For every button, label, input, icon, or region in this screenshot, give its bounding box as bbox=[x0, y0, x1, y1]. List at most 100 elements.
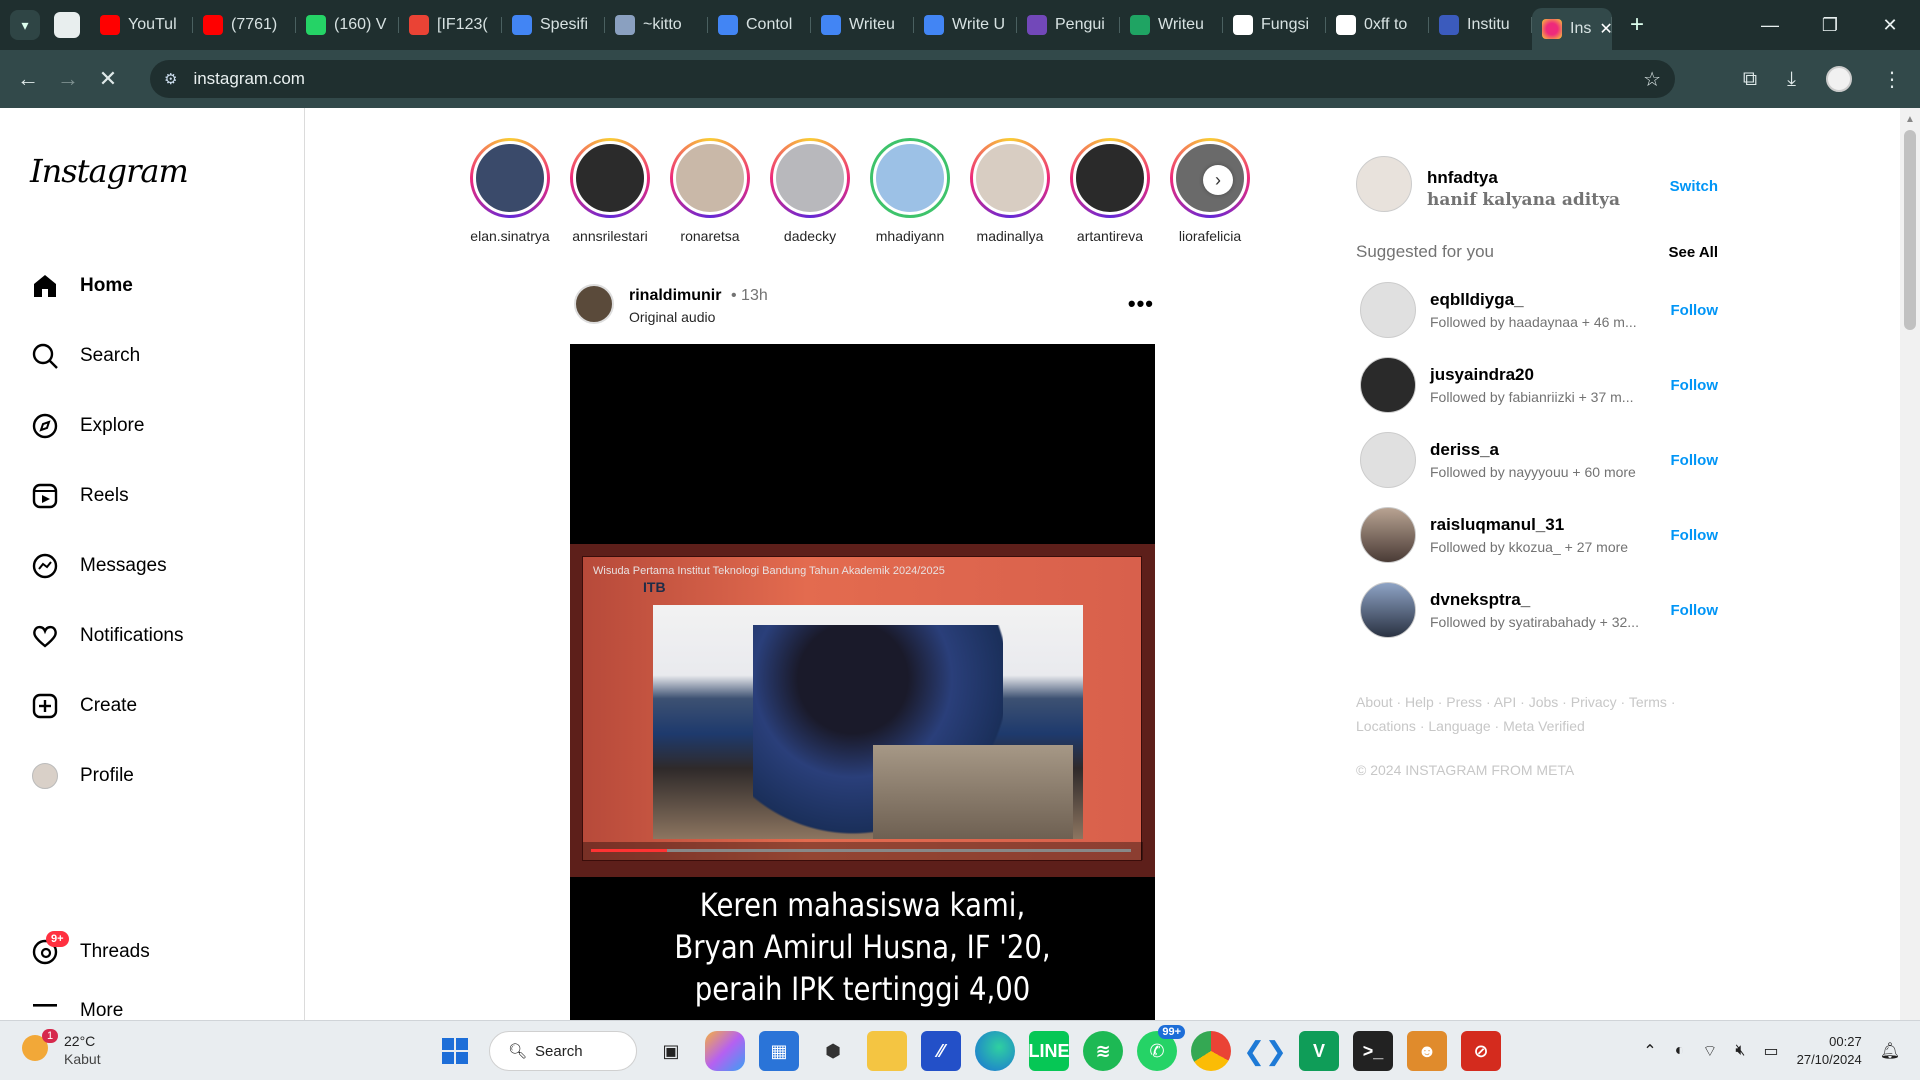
weather-widget[interactable]: 1 22°C Kabut bbox=[22, 1029, 132, 1071]
follow-button[interactable]: Follow bbox=[1671, 602, 1719, 619]
browser-tab[interactable]: Pengui bbox=[1017, 8, 1120, 42]
more-options-icon[interactable]: ••• bbox=[1128, 291, 1154, 317]
sidebar-item-more[interactable]: More bbox=[30, 998, 123, 1018]
footer-links[interactable]: About · Help · Press · API · Jobs · Priv… bbox=[1356, 690, 1686, 738]
sidebar-item-notifications[interactable]: Notifications bbox=[30, 612, 184, 660]
stop-loading-button[interactable]: ✕ bbox=[88, 66, 128, 92]
tab-pinned[interactable] bbox=[54, 12, 80, 38]
sidebar-item-create[interactable]: Create bbox=[30, 682, 137, 730]
story-item[interactable]: ronaretsa bbox=[670, 138, 750, 244]
sidebar-item-search[interactable]: Search bbox=[30, 332, 140, 380]
address-bar[interactable]: ⚙ instagram.com ☆ bbox=[150, 60, 1675, 98]
browser-tab[interactable]: ~kitto bbox=[605, 8, 708, 42]
task-view-icon[interactable]: ▣ bbox=[651, 1031, 691, 1071]
page-scrollbar[interactable]: ▲ bbox=[1900, 108, 1920, 1020]
browser-tab[interactable]: Spesifi bbox=[502, 8, 605, 42]
copilot-icon[interactable] bbox=[705, 1031, 745, 1071]
suggestion-avatar[interactable] bbox=[1360, 432, 1416, 488]
spotify-icon[interactable]: ≋ bbox=[1083, 1031, 1123, 1071]
notification-bell-icon[interactable]: 🔔︎ bbox=[1880, 1041, 1900, 1061]
game-icon[interactable]: ☻ bbox=[1407, 1031, 1447, 1071]
tab-instagram-active[interactable]: Ins ✕ bbox=[1532, 8, 1612, 50]
follow-button[interactable]: Follow bbox=[1671, 377, 1719, 394]
sidebar-item-profile[interactable]: Profile bbox=[30, 752, 134, 800]
file-explorer-icon[interactable] bbox=[867, 1031, 907, 1071]
remote-app-icon[interactable]: ⁄⁄ bbox=[921, 1031, 961, 1071]
follow-button[interactable]: Follow bbox=[1671, 302, 1719, 319]
browser-tab[interactable]: Writeu bbox=[1120, 8, 1223, 42]
system-clock[interactable]: 00:27 27/10/2024 bbox=[1797, 1033, 1862, 1069]
suggestion-avatar[interactable] bbox=[1360, 582, 1416, 638]
suggestion-username[interactable]: eqblldiyga_ bbox=[1430, 290, 1524, 310]
bookmark-star-icon[interactable]: ☆ bbox=[1643, 67, 1661, 92]
story-item[interactable]: artantireva bbox=[1070, 138, 1150, 244]
story-item[interactable]: elan.sinatrya bbox=[470, 138, 550, 244]
browser-tab[interactable]: [IF123( bbox=[399, 8, 502, 42]
see-all-link[interactable]: See All bbox=[1669, 244, 1718, 261]
browser-menu-icon[interactable]: ⋮ bbox=[1882, 67, 1902, 92]
post-author-avatar[interactable] bbox=[574, 284, 614, 324]
cube-app-icon[interactable]: ⬢ bbox=[813, 1031, 853, 1071]
browser-tab[interactable]: YouTul bbox=[90, 8, 193, 42]
stories-next-button[interactable]: › bbox=[1203, 165, 1233, 195]
new-tab-button[interactable]: + bbox=[1630, 11, 1644, 39]
post-author-username[interactable]: rinaldimunir bbox=[629, 287, 721, 305]
suggestion-avatar[interactable] bbox=[1360, 507, 1416, 563]
browser-tab[interactable]: (160) V bbox=[296, 8, 399, 42]
video-progress-bar[interactable] bbox=[591, 849, 1131, 852]
minimize-button[interactable]: — bbox=[1740, 15, 1800, 36]
wifi-icon[interactable]: ⌔ bbox=[1702, 1041, 1717, 1061]
browser-tab[interactable]: Institu bbox=[1429, 8, 1532, 42]
edge-icon[interactable] bbox=[975, 1031, 1015, 1071]
pdf-icon[interactable]: ⊘ bbox=[1461, 1031, 1501, 1071]
suggestion-username[interactable]: raisluqmanul_31 bbox=[1430, 515, 1564, 535]
site-info-icon[interactable]: ⚙ bbox=[164, 70, 177, 88]
switch-account-button[interactable]: Switch bbox=[1670, 178, 1718, 195]
start-icon[interactable] bbox=[435, 1031, 475, 1071]
browser-tab[interactable]: 0xff to bbox=[1326, 8, 1429, 42]
story-item[interactable]: mhadiyann bbox=[870, 138, 950, 244]
scroll-up-icon[interactable]: ▲ bbox=[1905, 114, 1915, 125]
browser-tab[interactable]: Fungsi bbox=[1223, 8, 1326, 42]
chevron-up-icon[interactable]: ⌃ bbox=[1643, 1041, 1656, 1061]
security-icon[interactable]: ◐ bbox=[1675, 1042, 1685, 1060]
sidebar-item-explore[interactable]: Explore bbox=[30, 402, 144, 450]
back-button[interactable]: ← bbox=[8, 66, 48, 92]
forward-button[interactable]: → bbox=[48, 66, 88, 92]
suggestion-username[interactable]: dvneksptra_ bbox=[1430, 590, 1530, 610]
sidebar-item-home[interactable]: Home bbox=[30, 262, 133, 310]
battery-icon[interactable]: ▭ bbox=[1763, 1041, 1778, 1061]
sidebar-item-messages[interactable]: Messages bbox=[30, 542, 167, 590]
terminal-icon[interactable]: >_ bbox=[1353, 1031, 1393, 1071]
post-audio-link[interactable]: Original audio bbox=[629, 309, 715, 325]
story-item[interactable]: madinallya bbox=[970, 138, 1050, 244]
browser-tab[interactable]: Contol bbox=[708, 8, 811, 42]
tab-search-button[interactable]: ▾ bbox=[10, 10, 40, 40]
browser-profile-avatar[interactable] bbox=[1826, 66, 1852, 92]
store-icon[interactable]: ▦ bbox=[759, 1031, 799, 1071]
veeam-icon[interactable]: V bbox=[1299, 1031, 1339, 1071]
close-window-button[interactable]: ✕ bbox=[1860, 15, 1920, 36]
whatsapp-icon[interactable]: ✆ 99+ bbox=[1137, 1025, 1185, 1071]
story-item[interactable]: annsrilestari bbox=[570, 138, 650, 244]
suggestion-avatar[interactable] bbox=[1360, 357, 1416, 413]
scrollbar-thumb[interactable] bbox=[1904, 130, 1916, 330]
post-video[interactable]: Wisuda Pertama Institut Teknologi Bandun… bbox=[570, 344, 1155, 1020]
current-user-username[interactable]: hnfadtya bbox=[1427, 168, 1498, 188]
browser-tab[interactable]: Write U bbox=[914, 8, 1017, 42]
follow-button[interactable]: Follow bbox=[1671, 452, 1719, 469]
close-icon[interactable]: ✕ bbox=[1599, 19, 1612, 39]
taskbar-search[interactable]: 🔍︎ Search bbox=[489, 1031, 637, 1071]
sidebar-item-reels[interactable]: Reels bbox=[30, 472, 129, 520]
sidebar-item-threads[interactable]: 9+ Threads bbox=[30, 928, 150, 976]
browser-tab[interactable]: (7761) bbox=[193, 8, 296, 42]
suggestion-avatar[interactable] bbox=[1360, 282, 1416, 338]
follow-button[interactable]: Follow bbox=[1671, 527, 1719, 544]
extensions-icon[interactable]: ⧉ bbox=[1743, 68, 1757, 91]
download-icon[interactable]: ⤓ bbox=[1787, 68, 1796, 91]
restore-button[interactable]: ❐ bbox=[1800, 15, 1860, 36]
line-icon[interactable]: LINE bbox=[1029, 1031, 1070, 1071]
browser-tab[interactable]: Writeu bbox=[811, 8, 914, 42]
suggestion-username[interactable]: jusyaindra20 bbox=[1430, 365, 1534, 385]
current-user-avatar[interactable] bbox=[1356, 156, 1412, 212]
